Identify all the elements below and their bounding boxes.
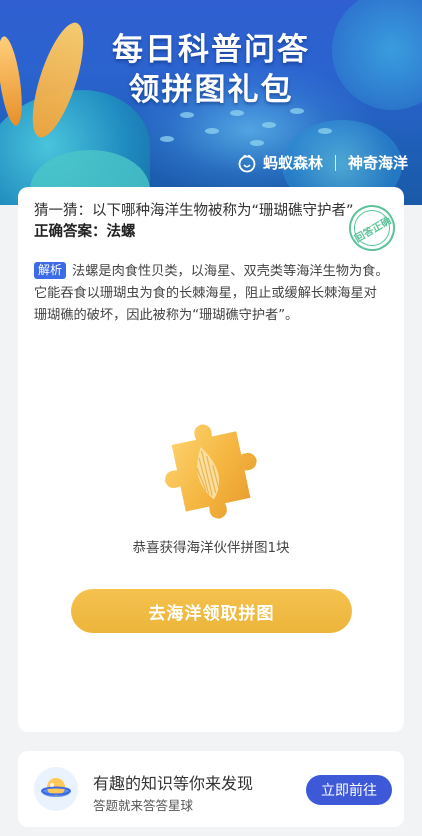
brand-magic-ocean: 神奇海洋	[347, 154, 408, 172]
promo-subtitle: 答题就来答答星球	[93, 798, 194, 813]
promo-title: 有趣的知识等你来发现	[93, 774, 254, 793]
ant-forest-logo-icon	[237, 153, 257, 173]
banner-title-line1: 每日科普问答	[112, 32, 310, 68]
fish-icon	[205, 128, 219, 134]
claim-puzzle-button[interactable]: 去海洋领取拼图	[71, 589, 352, 633]
fish-icon	[230, 110, 244, 116]
brand-divider	[334, 154, 336, 171]
fish-icon	[180, 112, 194, 118]
puzzle-piece-icon	[158, 415, 268, 525]
fish-icon	[262, 122, 276, 128]
quiz-answer: 正确答案：法螺	[34, 224, 136, 240]
explanation-block: 解析 法螺是肉食性贝类，以海星、双壳类等海洋生物为食。它能吞食以珊瑚虫为食的长棘海…	[34, 261, 390, 327]
go-now-button[interactable]: 立即前往	[306, 775, 392, 805]
fish-icon	[250, 140, 264, 146]
banner-title-line2: 领拼图礼包	[128, 72, 294, 108]
quiz-question: 猜一猜：以下哪种海洋生物被称为“珊瑚礁守护者”	[34, 203, 354, 219]
brand-ant-forest: 蚂蚁森林	[262, 154, 323, 172]
quiz-card: 猜一猜：以下哪种海洋生物被称为“珊瑚礁守护者” 正确答案：法螺 回答正确 解析法…	[18, 187, 404, 732]
fish-icon	[160, 136, 174, 142]
reward-text: 恭喜获得海洋伙伴拼图1块	[132, 540, 290, 556]
header-banner: 每日科普问答 领拼图礼包 蚂蚁森林 神奇海洋	[0, 0, 422, 205]
explanation-text: 法螺是肉食性贝类，以海星、双壳类等海洋生物为食。它能吞食以珊瑚虫为食的长棘海星，…	[34, 264, 389, 323]
fish-icon	[318, 128, 332, 134]
brand-bar: 蚂蚁森林 神奇海洋	[237, 152, 408, 173]
promo-card: 有趣的知识等你来发现 答题就来答答星球 立即前往	[18, 751, 404, 827]
explanation-tag: 解析	[34, 262, 67, 279]
planet-icon	[34, 767, 78, 811]
